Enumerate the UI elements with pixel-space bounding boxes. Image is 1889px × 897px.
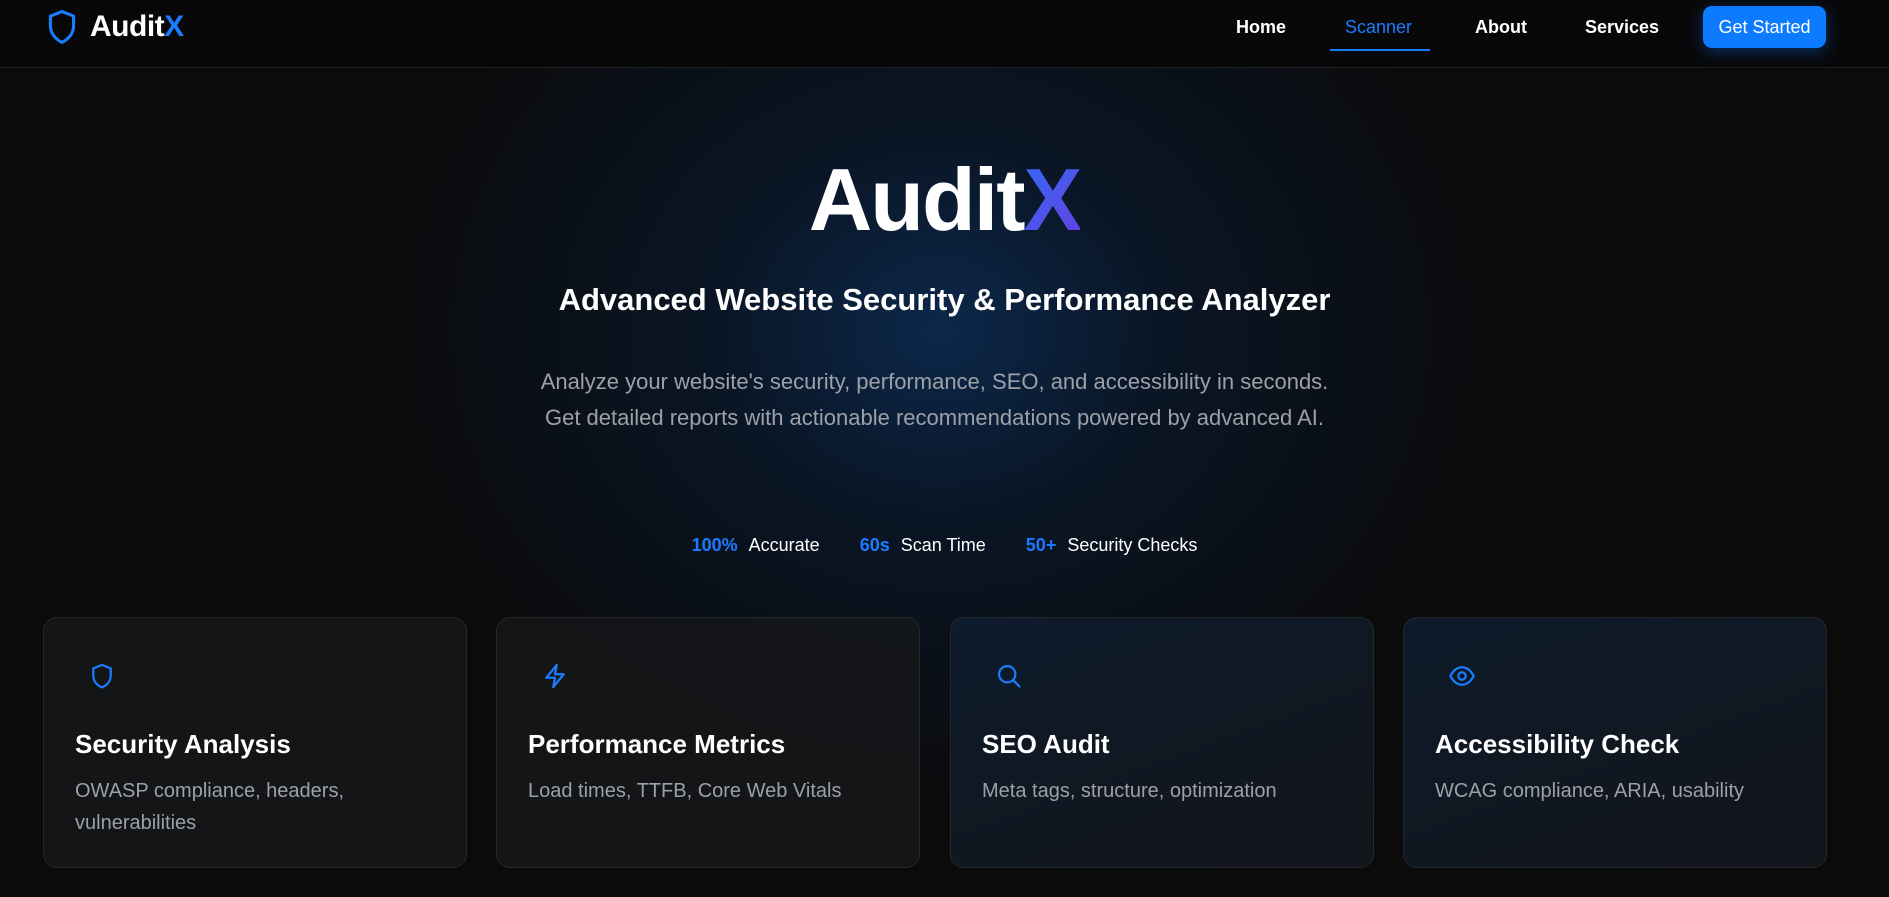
stat-scan-time: 60s Scan Time (860, 533, 986, 557)
card-title: Security Analysis (75, 729, 291, 759)
stat-value: 60s (859, 535, 890, 555)
card-description: OWASP compliance, headers, vulnerabiliti… (75, 780, 345, 834)
get-started-button[interactable]: Get Started (1703, 6, 1826, 48)
feature-card-performance[interactable]: Performance Metrics Load times, TTFB, Co… (496, 617, 920, 868)
hero-subtitle: Advanced Website Security & Performance … (558, 282, 1331, 317)
card-title: SEO Audit (982, 729, 1110, 759)
brand-name-accent: X (164, 10, 184, 43)
hero-title-main: Audit (808, 150, 1026, 249)
nav-link-about[interactable]: About (1475, 14, 1527, 40)
stat-label: Scan Time (900, 535, 986, 555)
card-description: Load times, TTFB, Core Web Vitals (528, 780, 842, 802)
stat-security-checks: 50+ Security Checks (1026, 533, 1198, 557)
feature-card-accessibility[interactable]: Accessibility Check WCAG compliance, ARI… (1403, 617, 1827, 868)
nav-link-scanner[interactable]: Scanner (1345, 14, 1412, 40)
active-nav-underline (1330, 49, 1430, 51)
navbar: AuditX Home Scanner About Services Get S… (0, 0, 1889, 68)
lightning-icon (545, 663, 565, 689)
stat-accuracy: 100% Accurate (692, 533, 820, 557)
stat-label: Security Checks (1067, 535, 1198, 555)
hero-description: Analyze your website's security, perform… (540, 369, 1329, 430)
card-title: Accessibility Check (1435, 729, 1680, 759)
card-description: Meta tags, structure, optimization (982, 780, 1277, 802)
search-icon (997, 664, 1021, 688)
card-title: Performance Metrics (528, 729, 786, 759)
stat-value: 100% (691, 535, 738, 555)
hero-title-accent: X (1023, 150, 1083, 249)
shield-icon (92, 663, 112, 689)
feature-card-seo[interactable]: SEO Audit Meta tags, structure, optimiza… (950, 617, 1374, 868)
stat-label: Accurate (748, 535, 820, 555)
page: AuditX Home Scanner About Services Get S… (0, 0, 1889, 897)
brand-logo-link[interactable]: AuditX (46, 9, 184, 45)
shield-icon (48, 10, 76, 44)
card-description: WCAG compliance, ARIA, usability (1435, 780, 1744, 802)
nav-link-home[interactable]: Home (1236, 14, 1286, 40)
stat-value: 50+ (1025, 535, 1057, 555)
stats-row: 100% Accurate 60s Scan Time 50+ Security… (0, 533, 1889, 557)
hero-title: AuditX (0, 152, 1889, 248)
brand-name: AuditX (90, 10, 184, 43)
feature-card-security[interactable]: Security Analysis OWASP compliance, head… (43, 617, 467, 868)
nav-link-services[interactable]: Services (1585, 14, 1659, 40)
eye-icon (1449, 666, 1475, 686)
